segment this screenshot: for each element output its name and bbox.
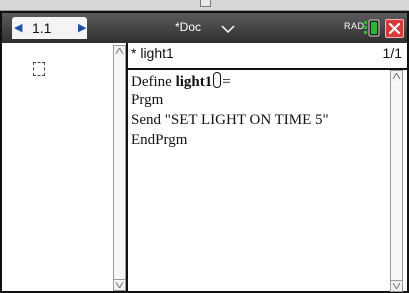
top-strip [0,0,409,11]
editor-scrollbar-track[interactable] [390,81,403,280]
program-name: * light1 [131,45,174,61]
left-pane [2,43,126,291]
scroll-up-icon [116,48,123,54]
angle-mode-indicator: RAD [344,21,365,31]
parameter-parentheses-icon[interactable] [213,72,222,88]
tab-label: 1.1 [32,20,52,36]
code-line[interactable]: EndPrgm [131,131,187,149]
program-editor[interactable]: * light1 1/1 Define light1 = Prgm Send "S… [126,43,407,292]
page-indicator: 1/1 [382,45,402,61]
scroll-down-icon [116,282,123,288]
left-scrollbar-track[interactable] [113,56,126,279]
chevron-left-icon[interactable]: ◀ [14,23,22,34]
program-identifier: light1 [175,74,213,90]
scroll-down-icon [393,283,400,289]
close-button[interactable] [385,19,404,38]
code-line[interactable]: Define light1 = [131,72,231,91]
top-notch [200,0,211,7]
editor-header: * light1 1/1 [128,43,407,70]
app-window: ◀ 1.1 ▶ *Doc RAD * light1 1/1 Define lig… [0,11,409,293]
chevron-right-icon[interactable]: ▶ [78,23,86,34]
code-line[interactable]: Prgm [131,91,163,109]
chevron-down-icon[interactable] [221,25,235,33]
battery-icon [364,19,380,37]
tab-1-1[interactable]: ◀ 1.1 ▶ [12,17,87,39]
left-scroll-down-button[interactable] [113,279,126,291]
editor-scroll-down-button[interactable] [390,280,403,292]
code-area[interactable]: Define light1 = Prgm Send "SET LIGHT ON T… [128,70,391,291]
close-icon [388,22,401,35]
title-bar: ◀ 1.1 ▶ *Doc RAD [2,13,407,43]
define-keyword: Define [131,74,176,90]
equals-sign: = [222,74,231,90]
placeholder-box-icon[interactable] [33,62,45,76]
code-line[interactable]: Send "SET LIGHT ON TIME 5" [131,111,329,129]
document-name[interactable]: *Doc [175,20,201,34]
scroll-up-icon [393,73,400,79]
